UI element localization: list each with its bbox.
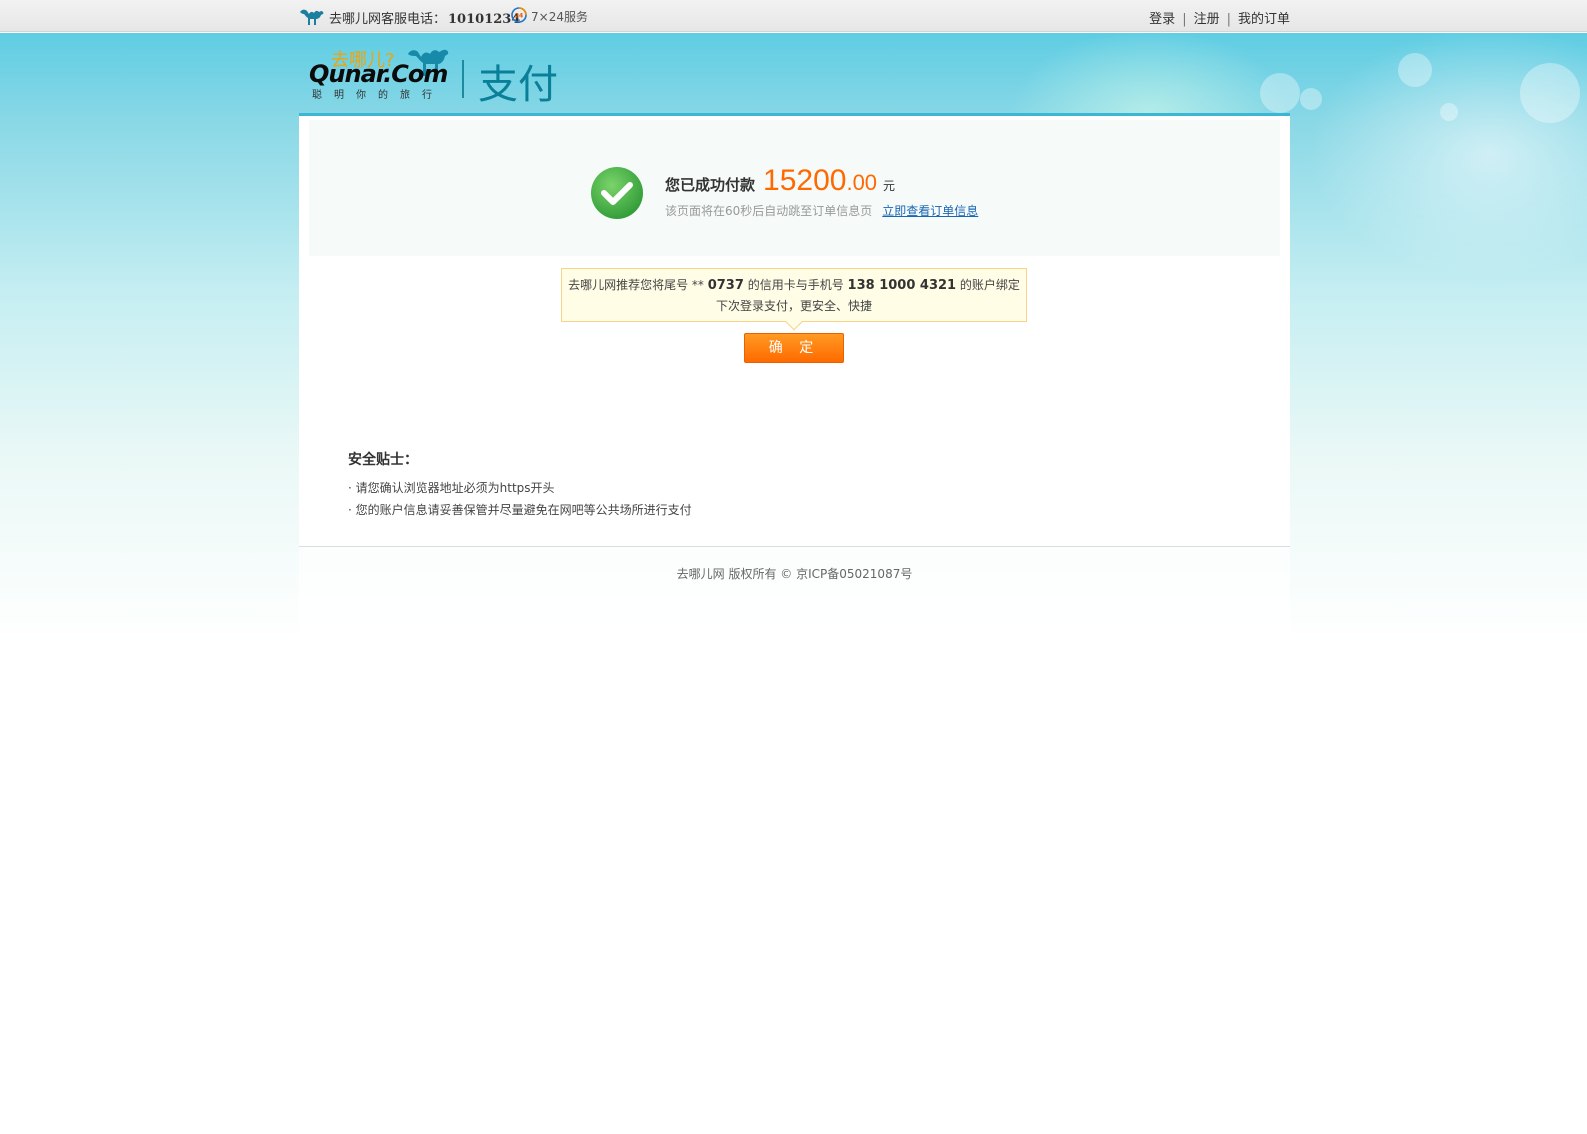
security-tips: 安全贴士： 请您确认浏览器地址必须为https开头 您的账户信息请妥善保管并尽量… xyxy=(348,449,692,521)
account-binding-recommendation: 去哪儿网推荐您将尾号 ** 0737 的信用卡与手机号 138 1000 432… xyxy=(561,268,1027,331)
view-order-link[interactable]: 立即查看订单信息 xyxy=(882,204,978,218)
logo-divider xyxy=(462,60,464,98)
security-tip-item: 请您确认浏览器地址必须为https开头 xyxy=(348,477,692,499)
top-bar: 去哪儿网客服电话： 10101234 24 7×24服务 登录 | 注册 | 我的订单 xyxy=(0,0,1587,32)
recommend-text: 的账户绑定 xyxy=(956,278,1020,292)
main-panel: 您已成功付款 15200.00 元 该页面将在60秒后自动跳至订单信息页 立即查看订单… xyxy=(299,113,1290,546)
decorative-bubble xyxy=(1440,103,1458,121)
my-orders-link[interactable]: 我的订单 xyxy=(1238,12,1290,27)
recommend-text: 去哪儿网推荐您将尾号 ** xyxy=(568,278,708,292)
amount-decimal: .00 xyxy=(846,170,878,195)
redirect-notice: 该页面将在60秒后自动跳至订单信息页 立即查看订单信息 xyxy=(665,202,978,219)
login-link[interactable]: 登录 xyxy=(1149,12,1175,27)
decorative-bubble xyxy=(1398,53,1432,87)
security-tips-list: 请您确认浏览器地址必须为https开头 您的账户信息请妥善保管并尽量避免在网吧等… xyxy=(348,477,692,521)
tooltip-arrow xyxy=(785,313,803,331)
camel-icon xyxy=(300,9,324,25)
top-bar-inner: 去哪儿网客服电话： 10101234 24 7×24服务 登录 | 注册 | 我的订单 xyxy=(299,0,1290,32)
hotline-label: 去哪儿网客服电话： xyxy=(329,12,447,27)
decorative-bubble xyxy=(1300,88,1322,110)
logo-english-text: Qunar.Com xyxy=(309,60,448,88)
hotline: 去哪儿网客服电话： 10101234 xyxy=(329,8,520,27)
top-link-separator: | xyxy=(1182,12,1187,27)
service-label: 7×24服务 xyxy=(531,10,588,24)
page-title: 支付 xyxy=(478,62,558,108)
top-link-separator: | xyxy=(1226,12,1231,27)
decorative-bubble xyxy=(1260,73,1300,113)
phone-number: 138 1000 4321 xyxy=(847,278,957,293)
svg-text:24: 24 xyxy=(515,13,523,20)
logo-slogan: 聪明你的旅行 xyxy=(312,90,444,101)
decorative-bubble xyxy=(1520,63,1580,123)
currency-label: 元 xyxy=(883,179,896,193)
redirect-text: 该页面将在60秒后自动跳至订单信息页 xyxy=(665,204,873,218)
copyright-text: 去哪儿网 版权所有 © 京ICP备05021087号 xyxy=(676,567,913,581)
top-links: 登录 | 注册 | 我的订单 xyxy=(1149,8,1290,27)
recommend-text: 的信用卡与手机号 xyxy=(743,278,848,292)
24h-service-icon: 24 xyxy=(511,7,527,23)
card-tail-number: 0737 xyxy=(707,278,744,293)
hotline-number: 10101234 xyxy=(448,12,521,27)
success-check-icon xyxy=(591,167,643,219)
register-link[interactable]: 注册 xyxy=(1194,12,1220,27)
footer: 去哪儿网 版权所有 © 京ICP备05021087号 xyxy=(299,546,1290,643)
security-tips-title: 安全贴士： xyxy=(348,452,418,468)
success-label: 您已成功付款 xyxy=(665,176,756,194)
success-message: 您已成功付款 15200.00 元 xyxy=(665,164,895,198)
security-tip-item: 您的账户信息请妥善保管并尽量避免在网吧等公共场所进行支付 xyxy=(348,499,692,521)
logo[interactable]: 去哪儿? Qunar.Com 聪明你的旅行 支付 xyxy=(309,42,569,108)
amount-integer: 15200 xyxy=(763,164,847,197)
recommend-line-1: 去哪儿网推荐您将尾号 ** 0737 的信用卡与手机号 138 1000 432… xyxy=(562,275,1026,296)
confirm-button[interactable]: 确 定 xyxy=(744,333,844,363)
success-box: 您已成功付款 15200.00 元 该页面将在60秒后自动跳至订单信息页 立即查看订单… xyxy=(309,120,1280,256)
